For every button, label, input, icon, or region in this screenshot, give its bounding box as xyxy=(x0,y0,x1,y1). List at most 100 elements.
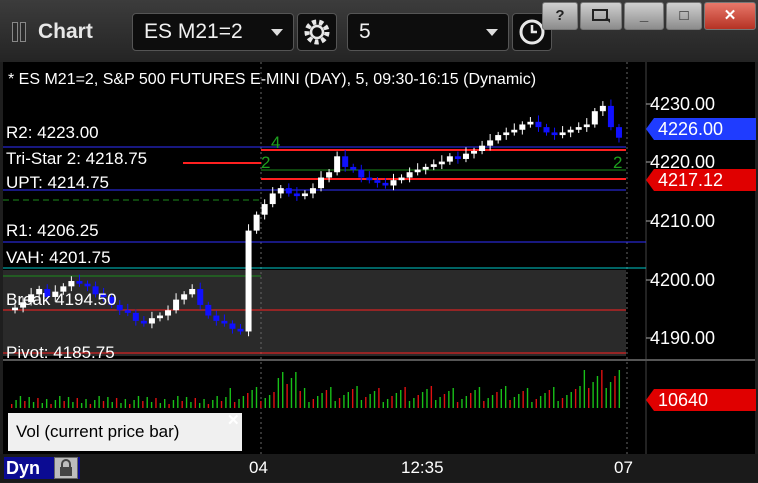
volume-bar xyxy=(212,400,214,408)
candle-body xyxy=(583,124,590,128)
volume-bar xyxy=(155,398,157,408)
candle-body xyxy=(148,318,155,324)
help-button[interactable]: ? xyxy=(542,2,578,30)
volume-bar xyxy=(233,402,236,408)
candle-body xyxy=(285,188,292,194)
volume-bar xyxy=(102,401,105,408)
candle-body xyxy=(366,177,373,181)
volume-bar xyxy=(408,401,411,408)
level-label-upt: UPT: 4214.75 xyxy=(6,173,110,192)
candle-body xyxy=(599,105,606,112)
volume-bar xyxy=(474,390,476,408)
candle-body xyxy=(358,169,365,178)
maximize-button[interactable]: □ xyxy=(666,2,702,30)
level-label-vah: VAH: 4201.75 xyxy=(6,248,111,267)
volume-bar xyxy=(194,398,196,408)
volume-bar xyxy=(72,402,74,408)
candle-body xyxy=(527,121,534,125)
volume-bar xyxy=(478,387,481,408)
volume-bar xyxy=(566,395,568,408)
volume-bar xyxy=(67,397,70,408)
volume-bar xyxy=(369,394,371,408)
volume-bar xyxy=(544,393,546,408)
volume-bar xyxy=(535,399,537,408)
candle-body xyxy=(68,281,75,287)
volume-bar xyxy=(312,399,315,408)
volume-bar xyxy=(553,387,555,408)
candle-body xyxy=(165,310,172,316)
drag-grip-icon[interactable] xyxy=(12,22,32,42)
volume-bar xyxy=(443,394,446,408)
volume-bar xyxy=(32,402,35,408)
volume-bar xyxy=(89,404,92,408)
chevron-down-icon xyxy=(486,29,498,36)
volume-bar xyxy=(601,370,603,408)
volume-bar xyxy=(439,397,441,408)
volume-bar xyxy=(487,398,489,408)
chart-area[interactable]: 2 4 2 xyxy=(3,62,755,454)
candle-body xyxy=(390,180,397,186)
volume-bar xyxy=(80,403,83,408)
candle-body xyxy=(406,172,413,178)
volume-bar xyxy=(539,396,542,408)
candle-body xyxy=(607,105,614,128)
volume-bar xyxy=(483,401,485,408)
volume-bar xyxy=(386,399,389,408)
dock-button[interactable] xyxy=(580,2,622,30)
volume-bar xyxy=(588,388,590,408)
volume-bar xyxy=(107,397,109,408)
candle-body xyxy=(462,153,469,159)
candle-body xyxy=(591,111,598,125)
volume-bar xyxy=(378,388,380,408)
volume-bar xyxy=(596,376,599,408)
candle-body xyxy=(221,320,228,324)
candle-body xyxy=(543,127,550,133)
symbol-selector[interactable]: ES M21=2 xyxy=(132,13,294,51)
level-label-r2: R2: 4223.00 xyxy=(6,123,99,142)
volume-bar xyxy=(491,395,494,408)
candle-body xyxy=(309,188,316,194)
price-axis-label: 4230.00 xyxy=(650,94,716,114)
volume-bar xyxy=(129,404,131,408)
volume-bar xyxy=(526,388,529,408)
volume-bar xyxy=(456,402,459,408)
candle-body xyxy=(116,304,123,311)
close-button[interactable]: ✕ xyxy=(704,2,756,30)
close-icon[interactable]: ✕ xyxy=(227,411,240,429)
candle-body xyxy=(301,193,308,197)
candle-body xyxy=(132,312,139,321)
chart-canvas[interactable]: 2 4 2 xyxy=(3,62,755,454)
volume-bar xyxy=(338,398,341,408)
volume-bar xyxy=(426,389,428,408)
candle-body xyxy=(559,132,566,136)
candle-body xyxy=(438,161,445,165)
candle-body xyxy=(76,281,83,284)
volume-bar xyxy=(24,401,26,408)
volume-bar xyxy=(255,387,258,408)
interval-selector[interactable]: 5 xyxy=(347,13,509,51)
chart-info-line: * ES M21=2, S&P 500 FUTURES E-MINI (DAY)… xyxy=(8,71,537,88)
volume-bar xyxy=(299,391,301,408)
candle-body xyxy=(471,151,478,154)
title-bar: Chart ES M21=2 5 ? _ □ ✕ xyxy=(0,0,758,62)
volume-bar xyxy=(574,389,577,408)
volume-bar xyxy=(251,390,253,408)
candle-body xyxy=(575,127,582,130)
volume-bar xyxy=(413,398,415,408)
volume-bar xyxy=(496,392,498,408)
minimize-button[interactable]: _ xyxy=(624,2,664,30)
volume-bar xyxy=(37,398,39,408)
candle-body xyxy=(173,299,180,311)
volume-bar xyxy=(317,396,319,408)
candle-body xyxy=(342,156,349,167)
lock-icon[interactable] xyxy=(54,457,78,479)
indicator-mark: 2 xyxy=(261,153,270,172)
candle-body xyxy=(551,132,558,136)
volume-bar xyxy=(373,391,376,408)
candle-body xyxy=(398,177,405,181)
volume-bar xyxy=(404,387,406,408)
volume-bar xyxy=(94,400,96,408)
settings-button[interactable] xyxy=(297,13,337,51)
volume-bar xyxy=(28,397,30,408)
volume-bar xyxy=(120,403,122,408)
